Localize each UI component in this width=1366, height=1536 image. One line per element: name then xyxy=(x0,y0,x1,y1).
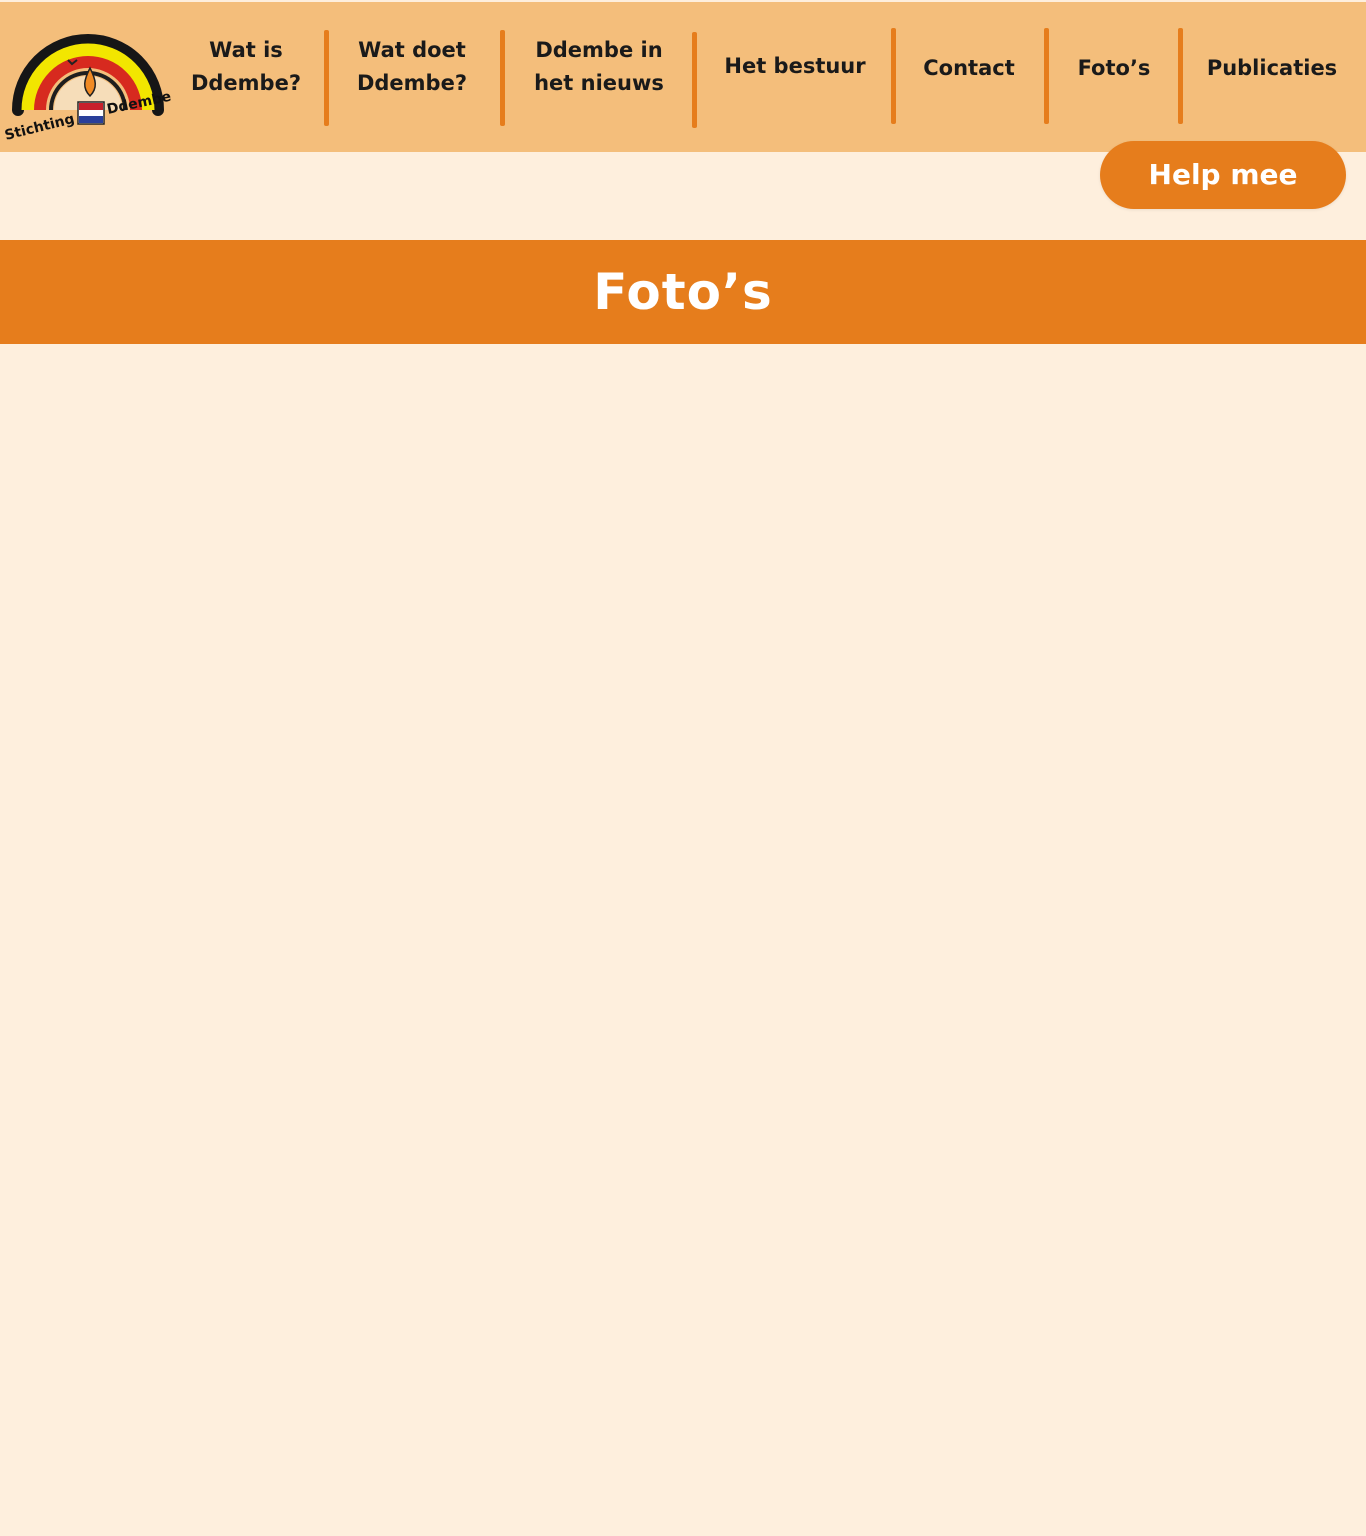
page-title: Foto’s xyxy=(593,263,773,321)
nav-separator xyxy=(891,28,896,124)
nav-separator xyxy=(1044,28,1049,124)
nav-wat-doet-ddembe[interactable]: Wat doet Ddembe? xyxy=(348,34,476,100)
page-content xyxy=(0,344,1366,1536)
site-logo[interactable]: Stichting Ddembe xyxy=(3,8,176,146)
nav-het-bestuur[interactable]: Het bestuur xyxy=(718,50,872,83)
nav-separator xyxy=(500,30,505,126)
nav-fotos[interactable]: Foto’s xyxy=(1066,52,1162,85)
nav-separator xyxy=(324,30,329,126)
page-title-band: Foto’s xyxy=(0,240,1366,344)
nav-wat-is-ddembe[interactable]: Wat is Ddembe? xyxy=(186,34,306,100)
site-header: Stichting Ddembe Wat is Ddembe? Wat doet… xyxy=(0,2,1366,152)
help-mee-button[interactable]: Help mee xyxy=(1100,141,1346,209)
logo-image: Stichting Ddembe xyxy=(3,34,173,144)
nav-separator xyxy=(1178,28,1183,124)
nav-ddembe-in-het-nieuws[interactable]: Ddembe in het nieuws xyxy=(526,34,672,100)
nav-publicaties[interactable]: Publicaties xyxy=(1200,52,1344,85)
svg-text:Stichting: Stichting xyxy=(4,111,76,144)
nav-separator xyxy=(692,32,697,128)
nav-contact[interactable]: Contact xyxy=(914,52,1024,85)
